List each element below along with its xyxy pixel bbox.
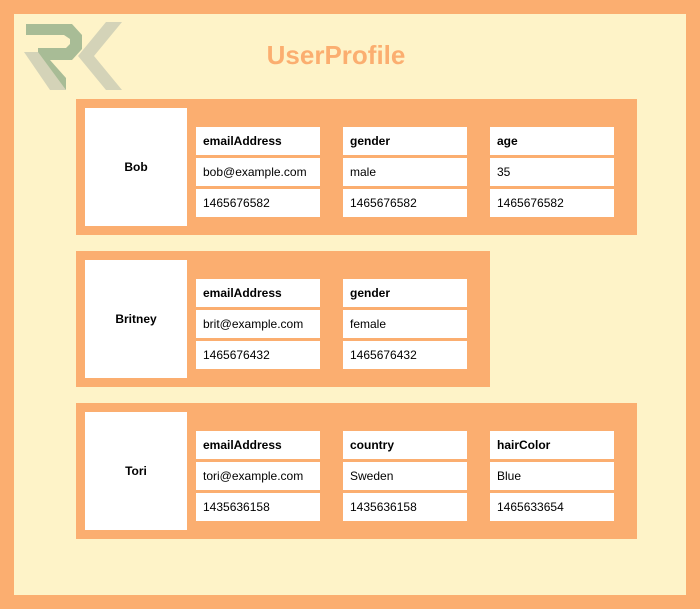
attribute-card: gender male 1465676582	[343, 127, 467, 217]
attribute-key: gender	[343, 279, 467, 307]
attribute-value[interactable]: brit@example.com	[196, 310, 320, 338]
profile-band: Tori emailAddress tori@example.com 14356361…	[76, 403, 637, 539]
attribute-timestamp: 1465676432	[196, 341, 320, 369]
attribute-timestamp: 1465676432	[343, 341, 467, 369]
attribute-key: country	[343, 431, 467, 459]
attribute-card-group: emailAddress tori@example.com 1435636158 co…	[196, 412, 637, 530]
attribute-card: gender female 1465676432	[343, 279, 467, 369]
attribute-card: emailAddress tori@example.com 1435636158	[196, 431, 320, 521]
attribute-card: country Sweden 1435636158	[343, 431, 467, 521]
attribute-value[interactable]: Sweden	[343, 462, 467, 490]
attribute-timestamp: 1435636158	[196, 493, 320, 521]
profile-band-list: Bob emailAddress bob@example.com 1465676582…	[14, 99, 686, 539]
profile-name-card[interactable]: Bob	[85, 108, 187, 226]
attribute-value[interactable]: 35	[490, 158, 614, 186]
attribute-value[interactable]: bob@example.com	[196, 158, 320, 186]
attribute-key: gender	[343, 127, 467, 155]
attribute-key: emailAddress	[196, 127, 320, 155]
attribute-card-group: emailAddress bob@example.com 1465676582 gen…	[196, 108, 637, 226]
attribute-value[interactable]: female	[343, 310, 467, 338]
attribute-value[interactable]: Blue	[490, 462, 614, 490]
attribute-key: emailAddress	[196, 279, 320, 307]
profile-band: Bob emailAddress bob@example.com 1465676582…	[76, 99, 637, 235]
attribute-timestamp: 1435636158	[343, 493, 467, 521]
attribute-card: emailAddress bob@example.com 1465676582	[196, 127, 320, 217]
attribute-key: emailAddress	[196, 431, 320, 459]
attribute-card-group: emailAddress brit@example.com 1465676432 ge…	[196, 260, 490, 378]
attribute-value[interactable]: male	[343, 158, 467, 186]
attribute-card: emailAddress brit@example.com 1465676432	[196, 279, 320, 369]
page-title: UserProfile	[266, 40, 406, 70]
attribute-card: hairColor Blue 1465633654	[490, 431, 614, 521]
attribute-timestamp: 1465676582	[490, 189, 614, 217]
profile-name-card[interactable]: Tori	[85, 412, 187, 530]
diagram-header: UserProfile	[14, 14, 686, 99]
attribute-key: hairColor	[490, 431, 614, 459]
profile-name-card[interactable]: Britney	[85, 260, 187, 378]
attribute-value[interactable]: tori@example.com	[196, 462, 320, 490]
attribute-timestamp: 1465676582	[343, 189, 467, 217]
profile-band: Britney emailAddress brit@example.com 14656…	[76, 251, 490, 387]
attribute-timestamp: 1465633654	[490, 493, 614, 521]
attribute-key: age	[490, 127, 614, 155]
attribute-card: age 35 1465676582	[490, 127, 614, 217]
attribute-timestamp: 1465676582	[196, 189, 320, 217]
profile-diagram-page: UserProfile Bob emailAddress bob@example.c…	[14, 14, 686, 595]
